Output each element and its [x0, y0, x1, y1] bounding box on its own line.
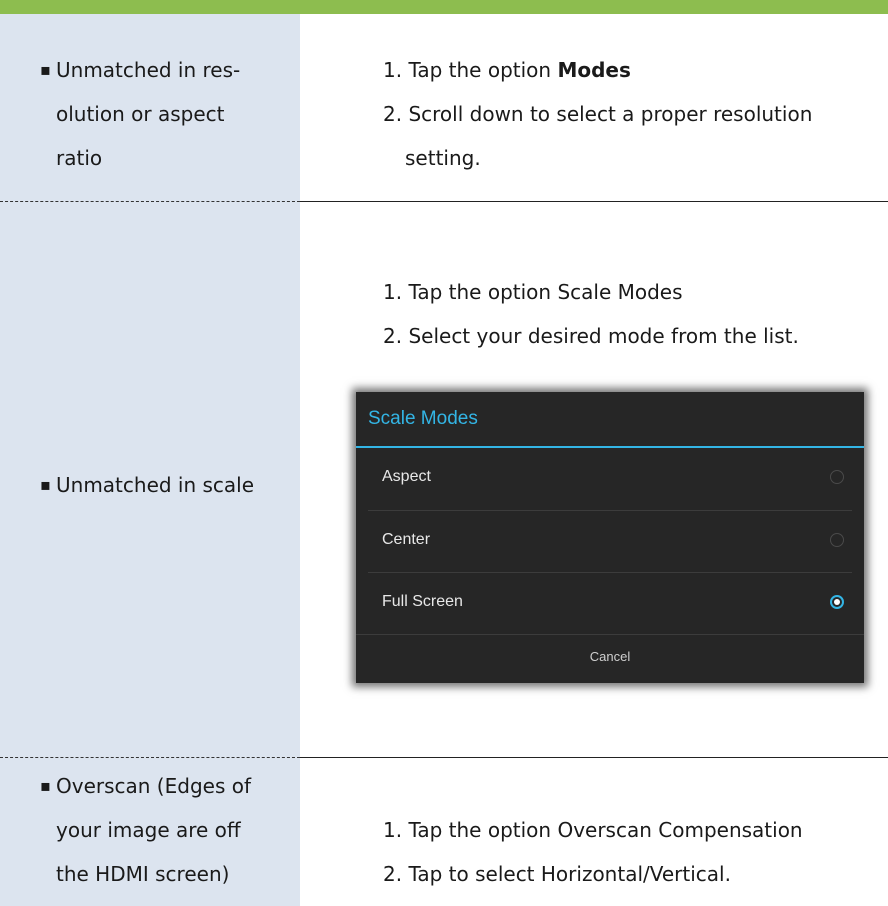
row-divider-solid — [300, 201, 888, 202]
step-text: Select your desired mode from the list. — [408, 324, 799, 348]
step-text-continued: setting. — [405, 146, 481, 170]
row-divider-solid — [300, 757, 888, 758]
step-number: 1. — [383, 818, 403, 842]
radio-selected-icon[interactable] — [830, 595, 844, 609]
steps-scale: 1. Tap the option Scale Modes 2. Select … — [383, 270, 873, 358]
row-divider-dashed — [0, 201, 300, 202]
step-text: Scroll down to select a proper resolutio… — [408, 102, 813, 126]
step-text: Tap to select Horizontal/Vertical. — [408, 862, 731, 886]
step-text: Tap the option Scale Modes — [408, 280, 683, 304]
step-1: 1. Tap the option Modes — [383, 48, 873, 92]
option-label: Full Screen — [382, 593, 463, 610]
issue-line: Overscan (Edges of — [56, 774, 251, 798]
step-2: 2. Tap to select Horizontal/Vertical. — [383, 852, 873, 896]
issue-scale: ▪ Unmatched in scale — [40, 463, 285, 507]
option-label: Center — [382, 531, 431, 548]
header-accent-bar — [0, 0, 888, 14]
bullet-icon: ▪ — [40, 475, 51, 494]
steps-resolution: 1. Tap the option Modes 2. Scroll down t… — [383, 48, 873, 180]
issue-line: Unmatched in scale — [56, 473, 255, 497]
issue-line: Unmatched in res- — [56, 58, 241, 82]
bullet-icon: ▪ — [40, 776, 51, 795]
radio-unselected-icon[interactable] — [830, 533, 844, 547]
issue-line: your image are off — [56, 818, 241, 842]
step-2: 2. Select your desired mode from the lis… — [383, 314, 873, 358]
step-emphasis: Modes — [557, 58, 631, 82]
row-divider-dashed — [0, 757, 300, 758]
step-text: Tap the option — [408, 58, 558, 82]
dialog-title: Scale Modes — [368, 408, 478, 429]
scale-modes-dialog: Scale Modes Aspect Center Full Screen Ca… — [356, 392, 864, 683]
bullet-icon: ▪ — [40, 60, 51, 79]
step-number: 1. — [383, 280, 403, 304]
option-full-screen[interactable]: Full Screen — [356, 573, 864, 633]
radio-unselected-icon[interactable] — [830, 470, 844, 484]
step-1: 1. Tap the option Overscan Compensation — [383, 808, 873, 852]
step-text: Tap the option Overscan Compensation — [408, 818, 803, 842]
step-number: 2. — [383, 324, 403, 348]
option-aspect[interactable]: Aspect — [356, 448, 864, 508]
issue-overscan: ▪ Overscan (Edges of your image are off … — [40, 764, 285, 896]
step-number: 2. — [383, 102, 403, 126]
step-2: 2. Scroll down to select a proper resolu… — [383, 92, 873, 180]
steps-overscan: 1. Tap the option Overscan Compensation … — [383, 808, 873, 896]
step-1: 1. Tap the option Scale Modes — [383, 270, 873, 314]
issue-line: olution or aspect — [56, 102, 225, 126]
step-number: 1. — [383, 58, 403, 82]
cancel-button[interactable]: Cancel — [356, 635, 864, 683]
issue-line: ratio — [56, 146, 103, 170]
option-center[interactable]: Center — [356, 511, 864, 571]
issue-resolution: ▪ Unmatched in res- olution or aspect ra… — [40, 48, 285, 180]
issue-line: the HDMI screen) — [56, 862, 230, 886]
step-number: 2. — [383, 862, 403, 886]
option-label: Aspect — [382, 468, 431, 485]
